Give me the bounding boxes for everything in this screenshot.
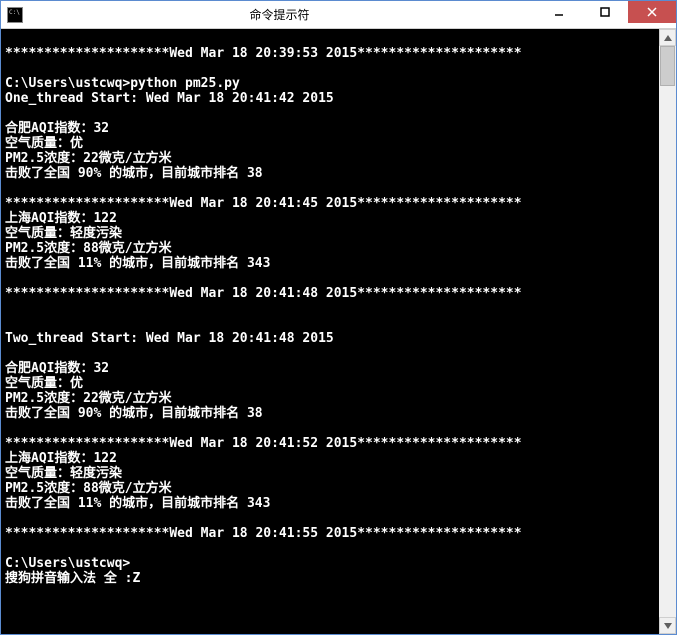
- terminal-line: *********************Wed Mar 18 20:41:45…: [5, 196, 655, 211]
- terminal-line: 空气质量：优: [5, 136, 655, 151]
- maximize-button[interactable]: [582, 1, 628, 23]
- terminal-line: *********************Wed Mar 18 20:41:55…: [5, 526, 655, 541]
- terminal-line: [5, 61, 655, 76]
- maximize-icon: [600, 7, 610, 17]
- close-icon: [647, 7, 657, 17]
- terminal-line: [5, 106, 655, 121]
- command-prompt-window: 命令提示符 *********************Wed Mar 18 20…: [0, 0, 677, 635]
- terminal-line: 上海AQI指数：122: [5, 451, 655, 466]
- terminal-line: 击败了全国 90% 的城市，目前城市排名 38: [5, 166, 655, 181]
- terminal-line: 空气质量：优: [5, 376, 655, 391]
- chevron-down-icon: [664, 623, 672, 629]
- terminal-line: 合肥AQI指数：32: [5, 361, 655, 376]
- terminal-line: 上海AQI指数：122: [5, 211, 655, 226]
- terminal-line: [5, 511, 655, 526]
- close-button[interactable]: [628, 1, 676, 23]
- cmd-icon: [7, 7, 23, 23]
- terminal-line: PM2.5浓度：22微克/立方米: [5, 391, 655, 406]
- terminal-line: [5, 181, 655, 196]
- terminal-line: [5, 541, 655, 556]
- terminal-line: [5, 346, 655, 361]
- terminal-line: [5, 271, 655, 286]
- vertical-scrollbar[interactable]: [659, 29, 676, 634]
- terminal-line: 击败了全国 90% 的城市，目前城市排名 38: [5, 406, 655, 421]
- terminal-line: 合肥AQI指数：32: [5, 121, 655, 136]
- terminal-line: *********************Wed Mar 18 20:41:52…: [5, 436, 655, 451]
- window-controls: [536, 1, 676, 28]
- terminal-line: PM2.5浓度：22微克/立方米: [5, 151, 655, 166]
- terminal-line: 空气质量：轻度污染: [5, 226, 655, 241]
- terminal-line: [5, 31, 655, 46]
- terminal-line: 击败了全国 11% 的城市，目前城市排名 343: [5, 256, 655, 271]
- terminal-line: One_thread Start: Wed Mar 18 20:41:42 20…: [5, 91, 655, 106]
- scroll-down-button[interactable]: [659, 617, 676, 634]
- terminal-line: C:\Users\ustcwq>: [5, 556, 655, 571]
- window-title: 命令提示符: [23, 6, 536, 23]
- scroll-up-button[interactable]: [659, 29, 676, 46]
- chevron-up-icon: [664, 35, 672, 41]
- minimize-icon: [554, 7, 564, 17]
- terminal-line: Two_thread Start: Wed Mar 18 20:41:48 20…: [5, 331, 655, 346]
- terminal-line: [5, 316, 655, 331]
- minimize-button[interactable]: [536, 1, 582, 23]
- scrollbar-track[interactable]: [659, 46, 676, 617]
- terminal-line: 搜狗拼音输入法 全 :Z: [5, 571, 655, 586]
- terminal-line: [5, 421, 655, 436]
- terminal-output[interactable]: *********************Wed Mar 18 20:39:53…: [1, 29, 659, 634]
- terminal-area: *********************Wed Mar 18 20:39:53…: [1, 29, 676, 634]
- terminal-line: C:\Users\ustcwq>python pm25.py: [5, 76, 655, 91]
- terminal-line: PM2.5浓度：88微克/立方米: [5, 481, 655, 496]
- terminal-line: [5, 301, 655, 316]
- terminal-line: *********************Wed Mar 18 20:39:53…: [5, 46, 655, 61]
- titlebar[interactable]: 命令提示符: [1, 1, 676, 29]
- terminal-line: 击败了全国 11% 的城市，目前城市排名 343: [5, 496, 655, 511]
- terminal-line: PM2.5浓度：88微克/立方米: [5, 241, 655, 256]
- terminal-line: *********************Wed Mar 18 20:41:48…: [5, 286, 655, 301]
- scrollbar-thumb[interactable]: [660, 46, 675, 86]
- terminal-line: 空气质量：轻度污染: [5, 466, 655, 481]
